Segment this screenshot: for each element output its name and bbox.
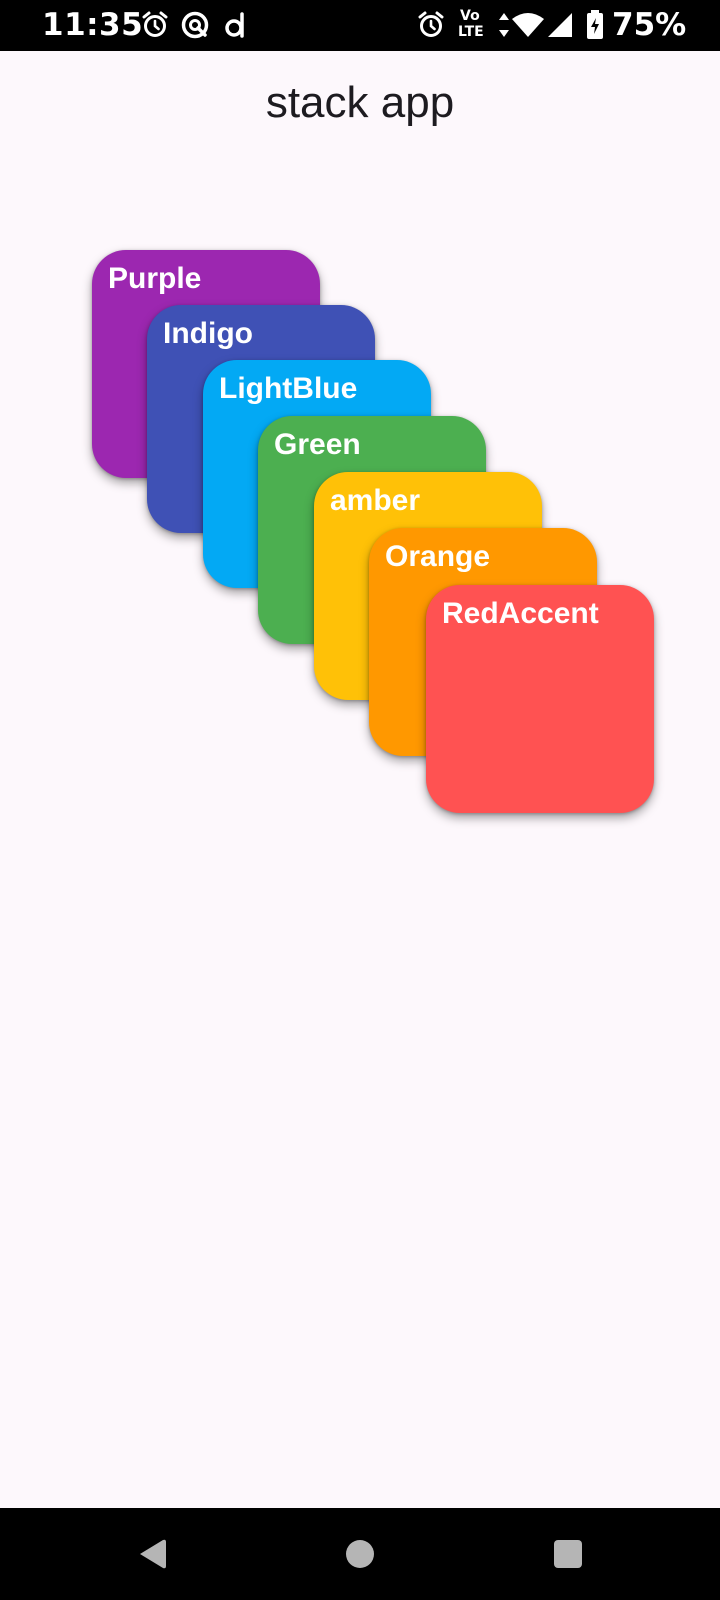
- card-label: Orange: [385, 540, 491, 573]
- card-label: amber: [330, 484, 421, 517]
- card-redaccent: RedAccent: [426, 585, 654, 813]
- card-label: Indigo: [163, 317, 253, 350]
- stack-area: Purple Indigo LightBlue Green amber Oran…: [0, 0, 720, 1600]
- home-circle-icon[interactable]: [338, 1532, 382, 1576]
- card-label: Green: [274, 428, 361, 461]
- card-label: Purple: [108, 262, 202, 295]
- card-label: LightBlue: [219, 372, 358, 405]
- navigation-bar: [0, 1508, 720, 1600]
- card-label: RedAccent: [442, 597, 599, 630]
- back-triangle-icon[interactable]: [130, 1532, 174, 1576]
- recents-square-icon[interactable]: [546, 1532, 590, 1576]
